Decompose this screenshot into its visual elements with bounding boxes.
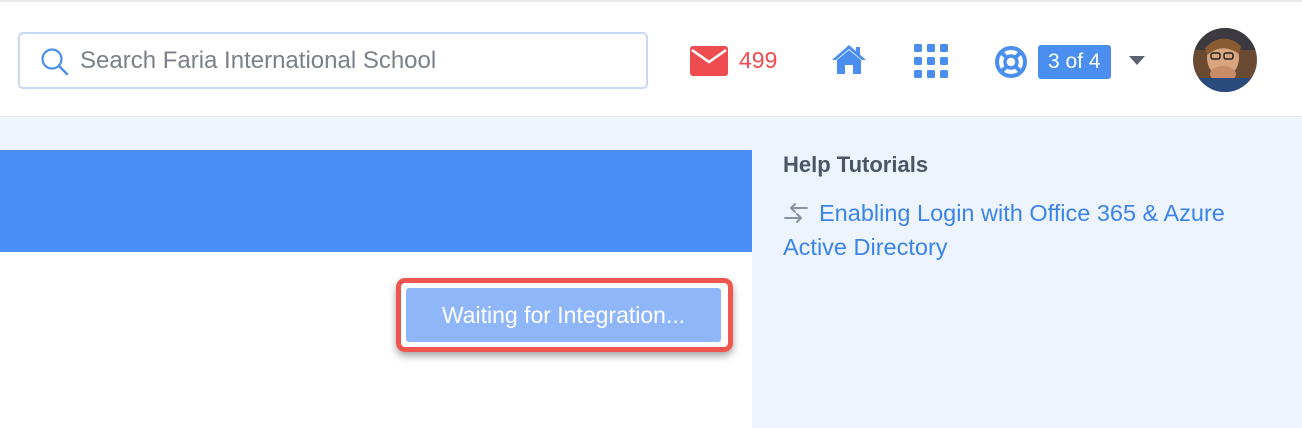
user-photo xyxy=(1193,28,1257,92)
search-input[interactable] xyxy=(80,34,640,87)
apps-button[interactable] xyxy=(913,43,949,79)
home-icon xyxy=(832,45,866,74)
messages-button[interactable]: 499 xyxy=(690,44,790,80)
caret-down-icon xyxy=(1129,56,1145,65)
mail-icon xyxy=(690,46,728,76)
tutorial-progress-badge: 3 of 4 xyxy=(1038,45,1111,79)
unread-message-count: 499 xyxy=(739,47,778,73)
tutorial-link-label: Enabling Login with Office 365 & Azure A… xyxy=(783,200,1225,260)
swap-arrows-icon xyxy=(784,203,808,223)
apps-grid-icon xyxy=(914,44,948,78)
integration-panel-header xyxy=(0,150,752,252)
search-icon xyxy=(41,48,69,76)
waiting-for-integration-button[interactable]: Waiting for Integration... xyxy=(406,288,721,342)
search-box[interactable] xyxy=(18,32,648,89)
user-avatar[interactable] xyxy=(1193,28,1257,92)
home-button[interactable] xyxy=(831,42,867,78)
help-progress-button[interactable]: 3 of 4 xyxy=(994,43,1154,81)
tutorial-link-office365[interactable]: Enabling Login with Office 365 & Azure A… xyxy=(783,196,1283,264)
content-spacer xyxy=(0,118,752,150)
lifebuoy-icon xyxy=(995,46,1027,78)
top-navigation-bar: 499 3 of 4 xyxy=(0,0,1302,117)
help-tutorials-title: Help Tutorials xyxy=(783,152,929,177)
